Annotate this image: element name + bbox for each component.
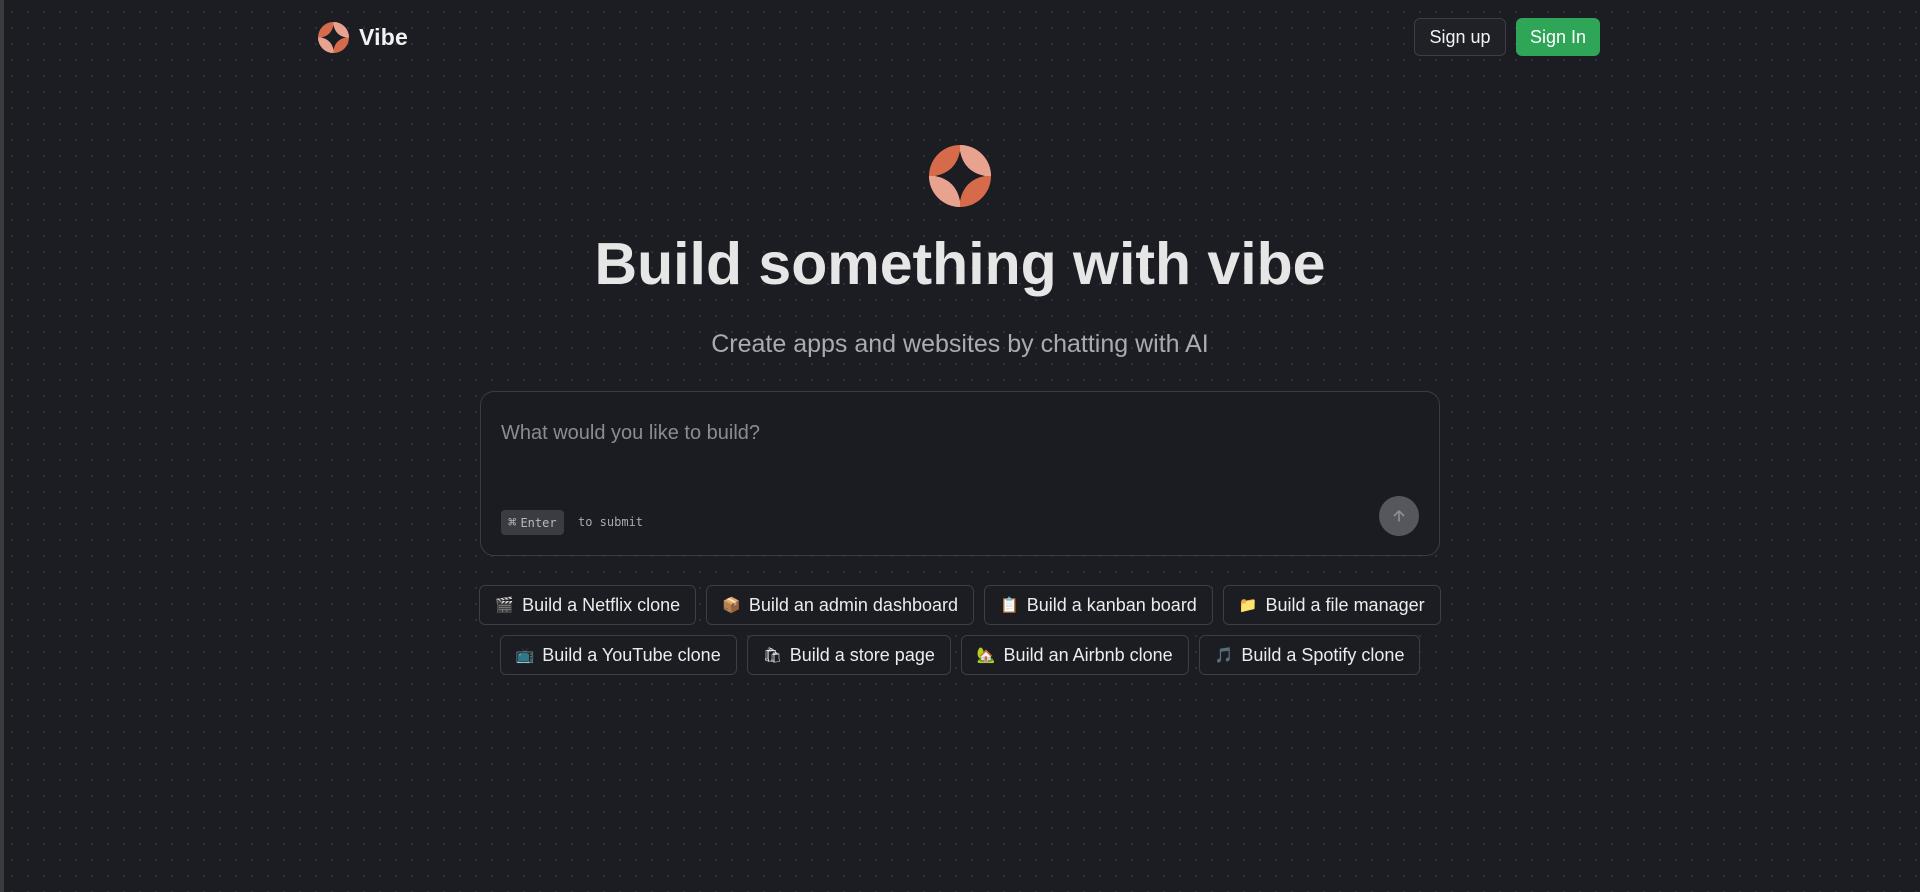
- prompt-box: ⌘ Enter to submit: [480, 391, 1440, 556]
- clapperboard-icon: 🎬: [495, 595, 515, 614]
- suggestion-chip-spotify[interactable]: 🎵 Build a Spotify clone: [1198, 635, 1421, 675]
- command-key-icon: ⌘: [508, 514, 517, 531]
- suggestion-label: Build a store page: [789, 644, 935, 665]
- suggestion-chip-airbnb[interactable]: 🏡 Build an Airbnb clone: [960, 635, 1189, 675]
- suggestion-label: Build an Airbnb clone: [1003, 644, 1173, 665]
- submit-button[interactable]: [1379, 496, 1419, 536]
- suggestion-label: Build a Spotify clone: [1241, 644, 1405, 665]
- keyboard-shortcut-badge: ⌘ Enter: [501, 510, 564, 535]
- prompt-input[interactable]: [501, 418, 1401, 448]
- page-subtitle: Create apps and websites by chatting wit…: [711, 330, 1209, 358]
- page-title: Build something with vibe: [594, 231, 1326, 297]
- television-icon: 📺: [515, 645, 535, 664]
- suggestion-label: Build a YouTube clone: [542, 644, 721, 665]
- sign-in-button[interactable]: Sign In: [1516, 18, 1600, 56]
- brand-home-link[interactable]: Vibe: [318, 20, 408, 54]
- suggestion-chip-admin-dashboard[interactable]: 📦 Build an admin dashboard: [706, 585, 974, 625]
- shortcut-hint: to submit: [578, 515, 644, 529]
- top-nav: Vibe Sign up Sign In: [0, 0, 1920, 76]
- window-edge: [0, 0, 4, 892]
- suggestion-label: Build an admin dashboard: [748, 594, 958, 615]
- brand-name: Vibe: [359, 23, 408, 50]
- house-icon: 🏡: [976, 645, 996, 664]
- shortcut-key-label: Enter: [520, 515, 557, 530]
- suggestion-row: 📺 Build a YouTube clone 🛍 Build a store …: [0, 635, 1920, 675]
- clipboard-icon: 📋: [1000, 595, 1019, 614]
- vibe-logo-icon: [318, 21, 349, 53]
- suggestion-label: Build a Netflix clone: [522, 594, 681, 615]
- sign-up-button[interactable]: Sign up: [1414, 18, 1506, 56]
- suggestion-chip-netflix[interactable]: 🎬 Build a Netflix clone: [479, 585, 697, 625]
- vibe-logo-icon: [929, 145, 991, 207]
- package-icon: 📦: [722, 595, 741, 614]
- suggestion-chip-youtube[interactable]: 📺 Build a YouTube clone: [499, 635, 737, 675]
- suggestion-chip-kanban-board[interactable]: 📋 Build a kanban board: [984, 585, 1213, 625]
- shopping-bags-icon: 🛍: [762, 645, 782, 664]
- suggestion-chip-store-page[interactable]: 🛍 Build a store page: [746, 635, 951, 675]
- arrow-up-icon: [1391, 508, 1407, 524]
- suggestion-chip-file-manager[interactable]: 📁 Build a file manager: [1222, 585, 1441, 625]
- folder-icon: 📁: [1238, 595, 1258, 614]
- suggestion-label: Build a file manager: [1265, 594, 1425, 615]
- music-note-icon: 🎵: [1214, 645, 1234, 664]
- suggestion-row: 🎬 Build a Netflix clone 📦 Build an admin…: [0, 585, 1920, 625]
- suggestion-label: Build a kanban board: [1026, 594, 1197, 615]
